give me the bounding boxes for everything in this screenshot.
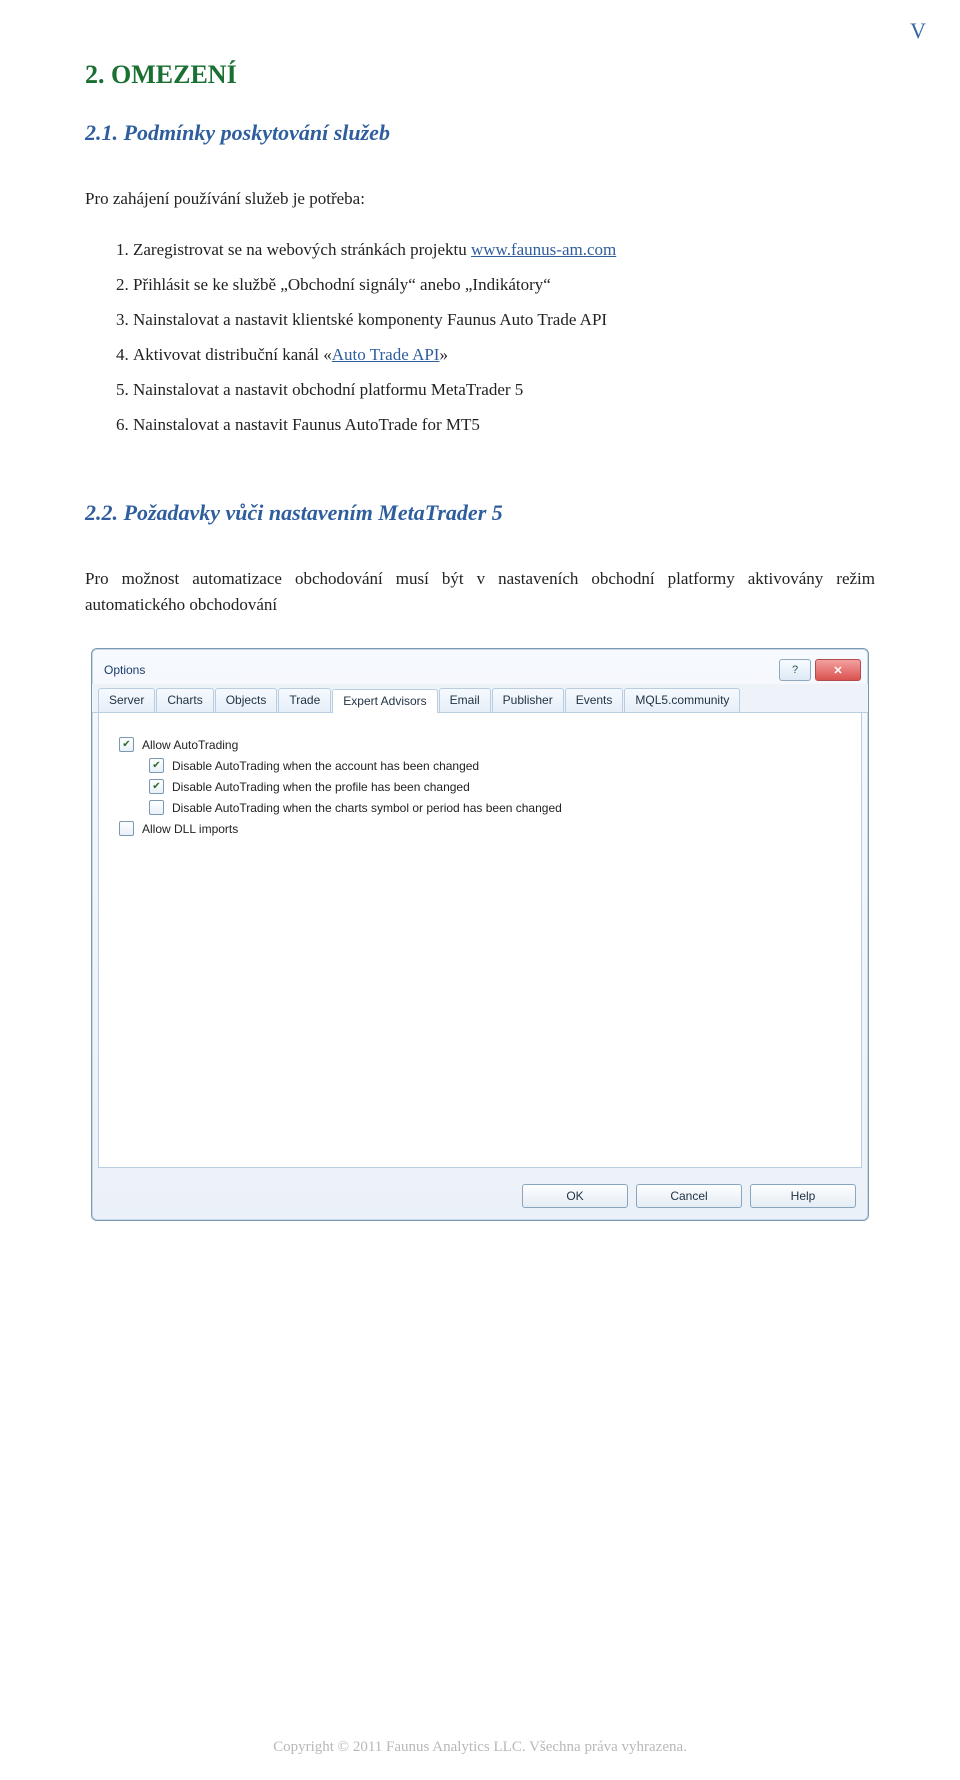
heading-pozadavky: 2.2. Požadavky vůči nastavením MetaTrade… [85,500,875,526]
document-page: V 2. OMEZENÍ 2.1. Podmínky poskytování s… [0,0,960,1780]
option-label: Allow DLL imports [142,822,238,836]
option-label: Disable AutoTrading when the profile has… [172,780,470,794]
page-corner-marker: V [910,18,926,44]
tab-mql5[interactable]: MQL5.community [624,688,740,712]
cancel-button[interactable]: Cancel [636,1184,742,1208]
step-text-suffix: » [439,345,448,364]
step-text: Aktivovat distribuční kanál « [133,345,332,364]
faunus-link[interactable]: www.faunus-am.com [471,240,616,259]
copyright-footer: Copyright © 2011 Faunus Analytics LLC. V… [0,1739,960,1756]
option-label: Disable AutoTrading when the charts symb… [172,801,562,815]
option-allow-dll: Allow DLL imports [119,821,841,836]
heading-omezeni: 2. OMEZENÍ [85,60,875,90]
list-item: Zaregistrovat se na webových stránkách p… [133,236,875,265]
option-label: Allow AutoTrading [142,738,238,752]
window-buttons: ? ✕ [779,659,861,681]
option-disable-account-changed: Disable AutoTrading when the account has… [119,758,841,773]
tab-email[interactable]: Email [439,688,491,712]
checkbox-icon[interactable] [149,779,164,794]
dialog-title: Options [104,663,145,677]
help-button[interactable]: Help [750,1184,856,1208]
help-window-button[interactable]: ? [779,659,811,681]
close-window-button[interactable]: ✕ [815,659,861,681]
option-label: Disable AutoTrading when the account has… [172,759,479,773]
option-disable-symbol-changed: Disable AutoTrading when the charts symb… [119,800,841,815]
tab-objects[interactable]: Objects [215,688,278,712]
requirements-paragraph: Pro možnost automatizace obchodování mus… [85,566,875,619]
dialog-body: Allow AutoTrading Disable AutoTrading wh… [98,713,862,1168]
tab-expert-advisors[interactable]: Expert Advisors [332,689,437,713]
checkbox-icon[interactable] [119,737,134,752]
tab-charts[interactable]: Charts [156,688,213,712]
tab-trade[interactable]: Trade [278,688,331,712]
options-dialog: Options ? ✕ Server Charts Objects Trade … [91,648,869,1221]
option-allow-autotrading: Allow AutoTrading [119,737,841,752]
auto-trade-api-link[interactable]: Auto Trade API [332,345,440,364]
checkbox-icon[interactable] [149,800,164,815]
tab-publisher[interactable]: Publisher [492,688,564,712]
tab-server[interactable]: Server [98,688,155,712]
intro-paragraph: Pro zahájení používání služeb je potřeba… [85,186,875,212]
list-item: Aktivovat distribuční kanál «Auto Trade … [133,341,875,370]
list-item: Přihlásit se ke službě „Obchodní signály… [133,271,875,300]
dialog-titlebar: Options ? ✕ [92,649,868,684]
list-item: Nainstalovat a nastavit Faunus AutoTrade… [133,411,875,440]
dialog-tabbar: Server Charts Objects Trade Expert Advis… [92,684,868,713]
tab-events[interactable]: Events [565,688,624,712]
steps-list: Zaregistrovat se na webových stránkách p… [85,236,875,439]
checkbox-icon[interactable] [119,821,134,836]
step-text: Zaregistrovat se na webových stránkách p… [133,240,471,259]
ok-button[interactable]: OK [522,1184,628,1208]
list-item: Nainstalovat a nastavit klientské kompon… [133,306,875,335]
dialog-footer: OK Cancel Help [92,1174,868,1220]
heading-podminky: 2.1. Podmínky poskytování služeb [85,120,875,146]
checkbox-icon[interactable] [149,758,164,773]
option-disable-profile-changed: Disable AutoTrading when the profile has… [119,779,841,794]
list-item: Nainstalovat a nastavit obchodní platfor… [133,376,875,405]
